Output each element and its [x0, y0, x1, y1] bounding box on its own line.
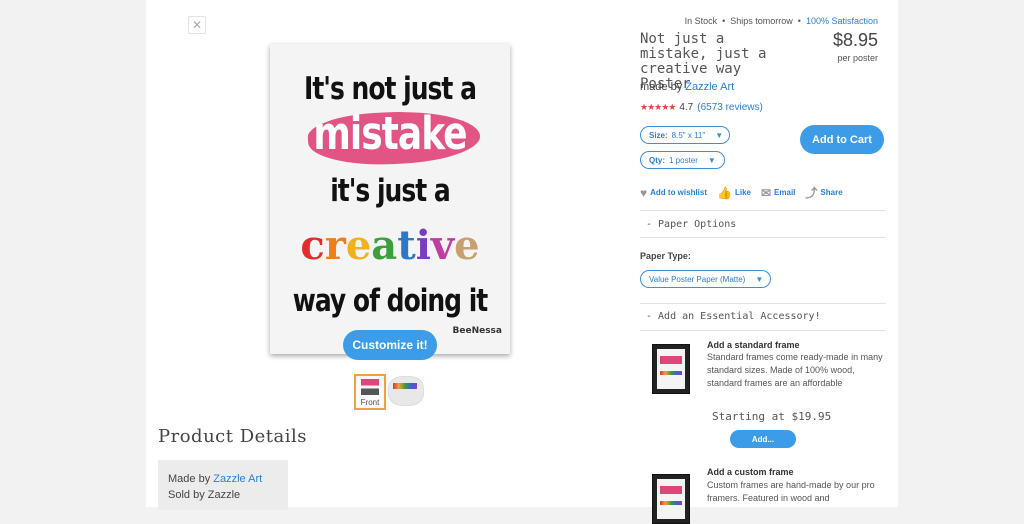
- custom-frame-title: Add a custom frame: [707, 467, 794, 477]
- thumbnail-alternate-image: [393, 383, 417, 389]
- stock-status: In Stock • Ships tomorrow • 100% Satisfa…: [684, 16, 878, 26]
- standard-frame-image[interactable]: [652, 344, 690, 394]
- poster-creative-letter: v: [430, 222, 455, 269]
- custom-frame-description: Custom frames are hand-made by our pro f…: [707, 480, 875, 503]
- poster-creative-letter: e: [454, 222, 480, 269]
- details-made-by-prefix: Made by: [168, 473, 211, 485]
- poster-creative-letter: e: [345, 222, 372, 269]
- like-action[interactable]: 👍 Like: [717, 186, 751, 200]
- divider: [640, 210, 886, 211]
- chevron-down-icon: ▼: [707, 155, 716, 165]
- quantity-select-value: 1 poster: [669, 155, 698, 165]
- divider: [640, 303, 886, 304]
- ships-label: Ships tomorrow: [730, 16, 793, 26]
- size-select-value: 8.5" x 11": [671, 130, 706, 140]
- poster-signature: BeeNessa: [452, 326, 503, 336]
- purchase-panel: In Stock • Ships tomorrow • 100% Satisfa…: [640, 0, 886, 524]
- thumbnail-front[interactable]: Front: [354, 374, 386, 410]
- add-to-cart-button[interactable]: Add to Cart: [800, 125, 884, 154]
- poster-line-1: It's not just a: [304, 70, 477, 107]
- made-by: made by Zazzle Art: [640, 81, 734, 93]
- product-rating: ★★★★★ 4.7 (6573 reviews): [640, 102, 763, 113]
- wishlist-action[interactable]: ♥ Add to wishlist: [640, 186, 707, 200]
- rating-stars-icon: ★★★★★: [640, 102, 676, 112]
- chevron-down-icon: ▼: [715, 130, 724, 140]
- divider: [640, 330, 886, 331]
- poster-creative-letter: a: [371, 222, 398, 269]
- thumbnail-alternate[interactable]: [388, 376, 424, 406]
- reviews-link[interactable]: (6573 reviews): [697, 102, 763, 113]
- made-by-prefix: made by: [640, 81, 683, 93]
- poster-creative-letter: t: [397, 222, 416, 269]
- poster-line-3: it's just a: [330, 172, 451, 209]
- product-image-poster[interactable]: It's not just a mistake it's just a crea…: [270, 44, 510, 354]
- rating-value: 4.7: [679, 102, 694, 113]
- envelope-icon: ✉: [760, 185, 772, 200]
- thumbnail-front-label: Front: [360, 398, 380, 407]
- share-action[interactable]: ⤴ Share: [805, 184, 842, 201]
- email-action[interactable]: ✉ Email: [761, 186, 795, 200]
- accessory-toggle[interactable]: - Add an Essential Accessory!: [646, 311, 821, 322]
- share-label: Share: [820, 188, 843, 197]
- paper-type-label: Paper Type:: [640, 251, 691, 261]
- quantity-select-label: Qty:: [649, 155, 665, 165]
- poster-creative-letter: r: [324, 222, 346, 269]
- standard-frame-price: Starting at $19.95: [712, 410, 832, 423]
- thumbnail-front-image: [361, 379, 379, 395]
- share-icon: ⤴: [805, 186, 818, 200]
- poster-line-5: way of doing it: [292, 282, 489, 319]
- price-unit: per poster: [837, 53, 878, 63]
- divider: [640, 237, 886, 238]
- poster-creative-letter: c: [300, 222, 325, 269]
- thumbs-up-icon: 👍: [717, 185, 732, 200]
- social-actions: ♥ Add to wishlist 👍 Like ✉ Email ⤴ Share: [640, 184, 853, 201]
- paper-options-toggle[interactable]: - Paper Options: [646, 219, 736, 230]
- wishlist-label: Add to wishlist: [650, 188, 708, 197]
- size-select[interactable]: Size: 8.5" x 11" ▼: [640, 126, 730, 144]
- customize-button[interactable]: Customize it!: [343, 330, 437, 360]
- standard-frame-title: Add a standard frame: [707, 340, 800, 350]
- quantity-select[interactable]: Qty: 1 poster ▼: [640, 151, 725, 169]
- product-details-box: Made by Zazzle Art Sold by Zazzle: [158, 460, 288, 510]
- details-made-by-link[interactable]: Zazzle Art: [213, 473, 262, 485]
- size-select-label: Size:: [649, 130, 668, 140]
- expand-icon[interactable]: ✕: [188, 16, 206, 34]
- product-details-heading: Product Details: [158, 426, 308, 447]
- poster-line-creative: creative: [270, 222, 510, 269]
- paper-type-value: Value Poster Paper (Matte): [649, 274, 746, 284]
- standard-frame-description: Standard frames come ready-made in many …: [707, 352, 883, 388]
- made-by-link[interactable]: Zazzle Art: [685, 81, 734, 93]
- details-sold-by: Sold by Zazzle: [168, 489, 241, 501]
- chevron-down-icon: ▼: [755, 274, 764, 284]
- paper-type-select[interactable]: Value Poster Paper (Matte) ▼: [640, 270, 771, 288]
- product-page: ✕ It's not just a mistake it's just a cr…: [146, 0, 898, 524]
- email-label: Email: [774, 188, 796, 197]
- product-price: $8.95: [832, 30, 878, 50]
- poster-line-2: mistake: [313, 108, 467, 161]
- poster-creative-letter: i: [415, 222, 431, 269]
- custom-frame-image[interactable]: [652, 474, 690, 524]
- satisfaction-link[interactable]: 100% Satisfaction: [806, 16, 878, 26]
- add-standard-frame-button[interactable]: Add...: [730, 430, 796, 448]
- like-label: Like: [734, 188, 751, 197]
- stock-label: In Stock: [684, 16, 718, 26]
- details-made-by: Made by Zazzle Art: [168, 471, 278, 487]
- heart-icon: ♥: [640, 185, 648, 200]
